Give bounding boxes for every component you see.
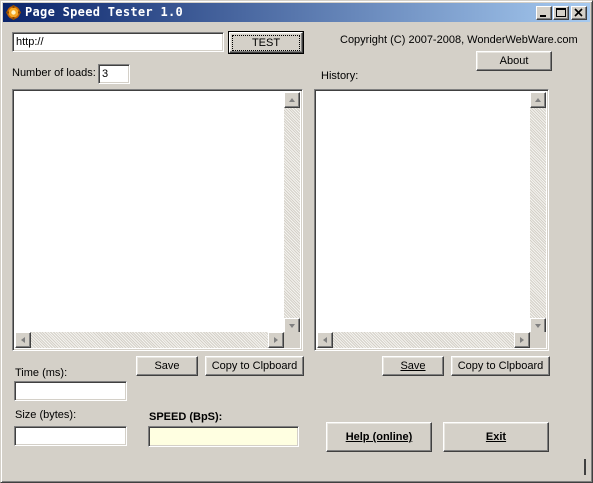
results-hscrollbar[interactable] — [15, 332, 284, 348]
scroll-corner — [284, 332, 300, 348]
help-button[interactable]: Help (online) — [326, 422, 432, 452]
about-button-label: About — [499, 55, 529, 67]
history-label: History: — [321, 70, 359, 82]
arrow-right-icon — [520, 337, 524, 343]
time-label: Time (ms): — [15, 367, 68, 379]
results-save-label: Save — [154, 360, 180, 372]
arrow-left-icon — [21, 337, 25, 343]
test-button-label: TEST — [231, 34, 301, 51]
scroll-right-button[interactable] — [268, 332, 284, 348]
time-field[interactable] — [14, 381, 127, 401]
results-vscrollbar[interactable] — [284, 92, 300, 334]
speed-field[interactable] — [148, 426, 299, 447]
close-icon — [574, 8, 583, 17]
size-label: Size (bytes): — [15, 409, 77, 421]
arrow-down-icon — [289, 324, 295, 328]
exit-button-label: Exit — [485, 431, 507, 443]
scroll-left-button[interactable] — [317, 332, 333, 348]
scroll-corner — [530, 332, 546, 348]
size-field[interactable] — [14, 426, 127, 446]
minimize-button[interactable] — [536, 6, 552, 20]
arrow-up-icon — [289, 98, 295, 102]
scroll-up-button[interactable] — [284, 92, 300, 108]
title-bar[interactable]: Page Speed Tester 1.0 — [3, 3, 590, 22]
maximize-icon — [556, 8, 566, 17]
close-button[interactable] — [571, 6, 587, 20]
history-save-button[interactable]: Save — [382, 356, 444, 376]
arrow-down-icon — [535, 324, 541, 328]
history-save-label: Save — [400, 360, 426, 372]
results-copy-label: Copy to Clpboard — [211, 360, 298, 372]
copyright-text: Copyright (C) 2007-2008, WonderWebWare.c… — [340, 34, 578, 46]
scroll-up-button[interactable] — [530, 92, 546, 108]
history-vscrollbar[interactable] — [530, 92, 546, 334]
speed-label: SPEED (BpS): — [149, 411, 223, 423]
gear-icon — [6, 5, 21, 20]
maximize-button[interactable] — [553, 6, 569, 20]
arrow-left-icon — [323, 337, 327, 343]
loads-label: Number of loads: — [12, 67, 96, 79]
about-button[interactable]: About — [476, 51, 552, 71]
history-copy-button[interactable]: Copy to Clpboard — [451, 356, 550, 376]
window-title: Page Speed Tester 1.0 — [25, 5, 184, 19]
app-window: Page Speed Tester 1.0 TEST Copyright (C)… — [0, 0, 593, 483]
loads-input[interactable] — [98, 64, 130, 84]
scroll-left-button[interactable] — [15, 332, 31, 348]
history-list[interactable] — [314, 89, 549, 351]
history-copy-label: Copy to Clpboard — [457, 360, 544, 372]
resize-divider — [584, 459, 586, 475]
url-input[interactable] — [12, 32, 224, 52]
history-hscrollbar[interactable] — [317, 332, 530, 348]
arrow-up-icon — [535, 98, 541, 102]
minimize-icon — [540, 15, 546, 17]
exit-button[interactable]: Exit — [443, 422, 549, 452]
results-list[interactable] — [12, 89, 303, 351]
help-button-label: Help (online) — [345, 431, 413, 443]
scroll-right-button[interactable] — [514, 332, 530, 348]
results-save-button[interactable]: Save — [136, 356, 198, 376]
arrow-right-icon — [274, 337, 278, 343]
results-copy-button[interactable]: Copy to Clpboard — [205, 356, 304, 376]
test-button[interactable]: TEST — [228, 31, 304, 54]
